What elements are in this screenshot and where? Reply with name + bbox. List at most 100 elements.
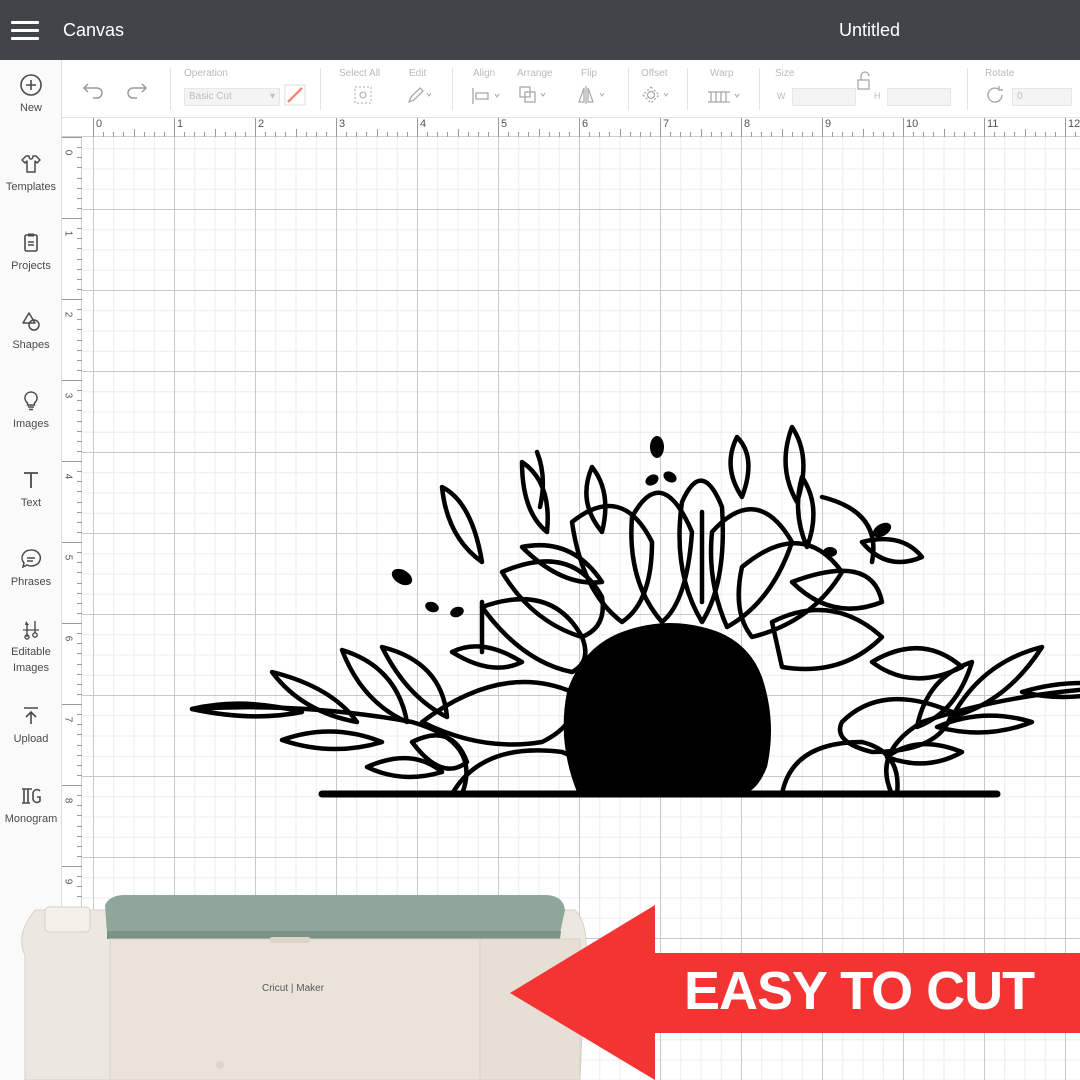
sidebar-item-monogram[interactable]: Monogram (0, 783, 62, 827)
ruler-minor-tick (62, 704, 82, 705)
ruler-number: 5 (501, 118, 508, 130)
align-icon[interactable] (471, 86, 505, 106)
ruler-number: 3 (62, 392, 74, 399)
ruler-minor-tick (538, 129, 540, 137)
sidebar-item-label: Text (20, 497, 42, 509)
ruler-number: 4 (420, 118, 427, 130)
sidebar-item-label: Images (12, 662, 50, 674)
flip-icon[interactable] (576, 84, 610, 106)
sidebar-item-label: Monogram (4, 813, 58, 825)
horizontal-ruler: 0 1 2 3 4 5 6 7 8 9 10 11 12 (62, 118, 1080, 137)
ruler-number: 11 (987, 118, 999, 130)
ruler-tick (255, 118, 256, 137)
toolbar-separator (628, 68, 629, 110)
ruler-minor-tick (62, 218, 82, 219)
sidebar-item-label: Phrases (10, 576, 52, 588)
edit-pencil-icon[interactable] (405, 84, 435, 106)
app-title: Canvas (63, 20, 125, 40)
ruler-number: 4 (62, 473, 74, 480)
sidebar-item-upload[interactable]: Upload (0, 703, 62, 747)
clipboard-icon (24, 233, 38, 252)
document-title[interactable]: Untitled (839, 20, 900, 41)
width-input[interactable] (792, 88, 856, 106)
monogram-icon (22, 788, 41, 804)
speech-bubble-icon (21, 549, 42, 569)
sidebar-item-editable-images[interactable]: Editable Images (0, 616, 62, 676)
ruler-number: 7 (663, 118, 670, 130)
ruler-number: 7 (62, 716, 74, 723)
ruler-minor-tick (62, 299, 82, 300)
operation-value: Basic Cut (189, 91, 232, 102)
hamburger-menu-icon[interactable] (8, 14, 42, 46)
ruler-tick (660, 118, 661, 137)
ruler-number: 9 (62, 878, 74, 885)
warp-label: Warp (710, 68, 734, 79)
sidebar-item-label: Upload (13, 733, 49, 745)
ruler-minor-tick (943, 129, 945, 137)
ruler-tick (174, 118, 175, 137)
arrange-icon[interactable] (517, 84, 551, 106)
ruler-minor-tick (1024, 129, 1026, 137)
sidebar-item-images[interactable]: Images (0, 388, 62, 432)
operation-label: Operation (184, 68, 228, 79)
sidebar-item-new[interactable]: New (0, 72, 62, 116)
sidebar-item-phrases[interactable]: Phrases (0, 546, 62, 590)
sunflower-design[interactable] (182, 422, 1080, 812)
ruler-number: 0 (96, 118, 103, 130)
rotate-value: 0 (1017, 91, 1023, 102)
ruler-number: 8 (744, 118, 751, 130)
height-input[interactable] (887, 88, 951, 106)
redo-icon[interactable] (124, 80, 148, 100)
sidebar-item-text[interactable]: Text (0, 467, 62, 511)
sidebar-item-templates[interactable]: Templates (0, 151, 62, 195)
machine-brand-label: Cricut | Maker (262, 983, 325, 994)
offset-icon[interactable] (640, 84, 674, 106)
ruler-minor-tick (62, 785, 82, 786)
align-label: Align (473, 68, 496, 79)
sidebar-item-projects[interactable]: Projects (0, 230, 62, 274)
ruler-minor-tick (62, 623, 82, 624)
ruler-minor-tick (214, 129, 216, 137)
toolbar-separator (967, 68, 968, 110)
ruler-number: 12 (1068, 118, 1080, 130)
ruler-tick (579, 118, 580, 137)
rotate-input[interactable]: 0 (1012, 88, 1072, 106)
operation-select[interactable]: Basic Cut ▾ (184, 88, 280, 106)
select-all-label: Select All (339, 68, 381, 79)
shirt-icon (21, 155, 41, 173)
ruler-minor-tick (862, 129, 864, 137)
undo-icon[interactable] (82, 80, 106, 100)
ruler-minor-tick (62, 866, 82, 867)
toolbar-separator (320, 68, 321, 110)
sidebar-item-label: Editable (11, 646, 51, 658)
lock-icon[interactable] (854, 70, 876, 92)
ruler-number: 2 (62, 311, 74, 318)
ruler-number: 0 (62, 149, 74, 156)
width-label: W (777, 91, 786, 101)
flip-label: Flip (581, 68, 598, 79)
select-all-icon[interactable] (352, 84, 374, 106)
ruler-minor-tick (376, 129, 378, 137)
sidebar-item-label: Shapes (12, 339, 50, 351)
rotate-label: Rotate (985, 68, 1015, 79)
editable-image-icon (23, 621, 39, 640)
toolbar-separator (452, 68, 453, 110)
toolbar-separator (759, 68, 760, 110)
edit-label: Edit (409, 68, 427, 79)
sidebar-item-shapes[interactable]: Shapes (0, 309, 62, 353)
shapes-icon (22, 312, 40, 331)
line-color-swatch-icon[interactable] (284, 84, 306, 106)
ruler-number: 6 (582, 118, 589, 130)
sidebar-item-label: Images (12, 418, 50, 430)
ruler-minor-tick (295, 129, 297, 137)
ruler-tick (498, 118, 499, 137)
ruler-tick (822, 118, 823, 137)
warp-icon[interactable] (706, 86, 746, 106)
rotate-icon[interactable] (984, 84, 1008, 106)
ruler-minor-tick (457, 129, 459, 137)
ruler-number: 3 (339, 118, 346, 130)
ruler-number: 8 (62, 797, 74, 804)
ruler-tick (1065, 118, 1066, 137)
ruler-number: 5 (62, 554, 74, 561)
text-t-icon (24, 472, 38, 488)
